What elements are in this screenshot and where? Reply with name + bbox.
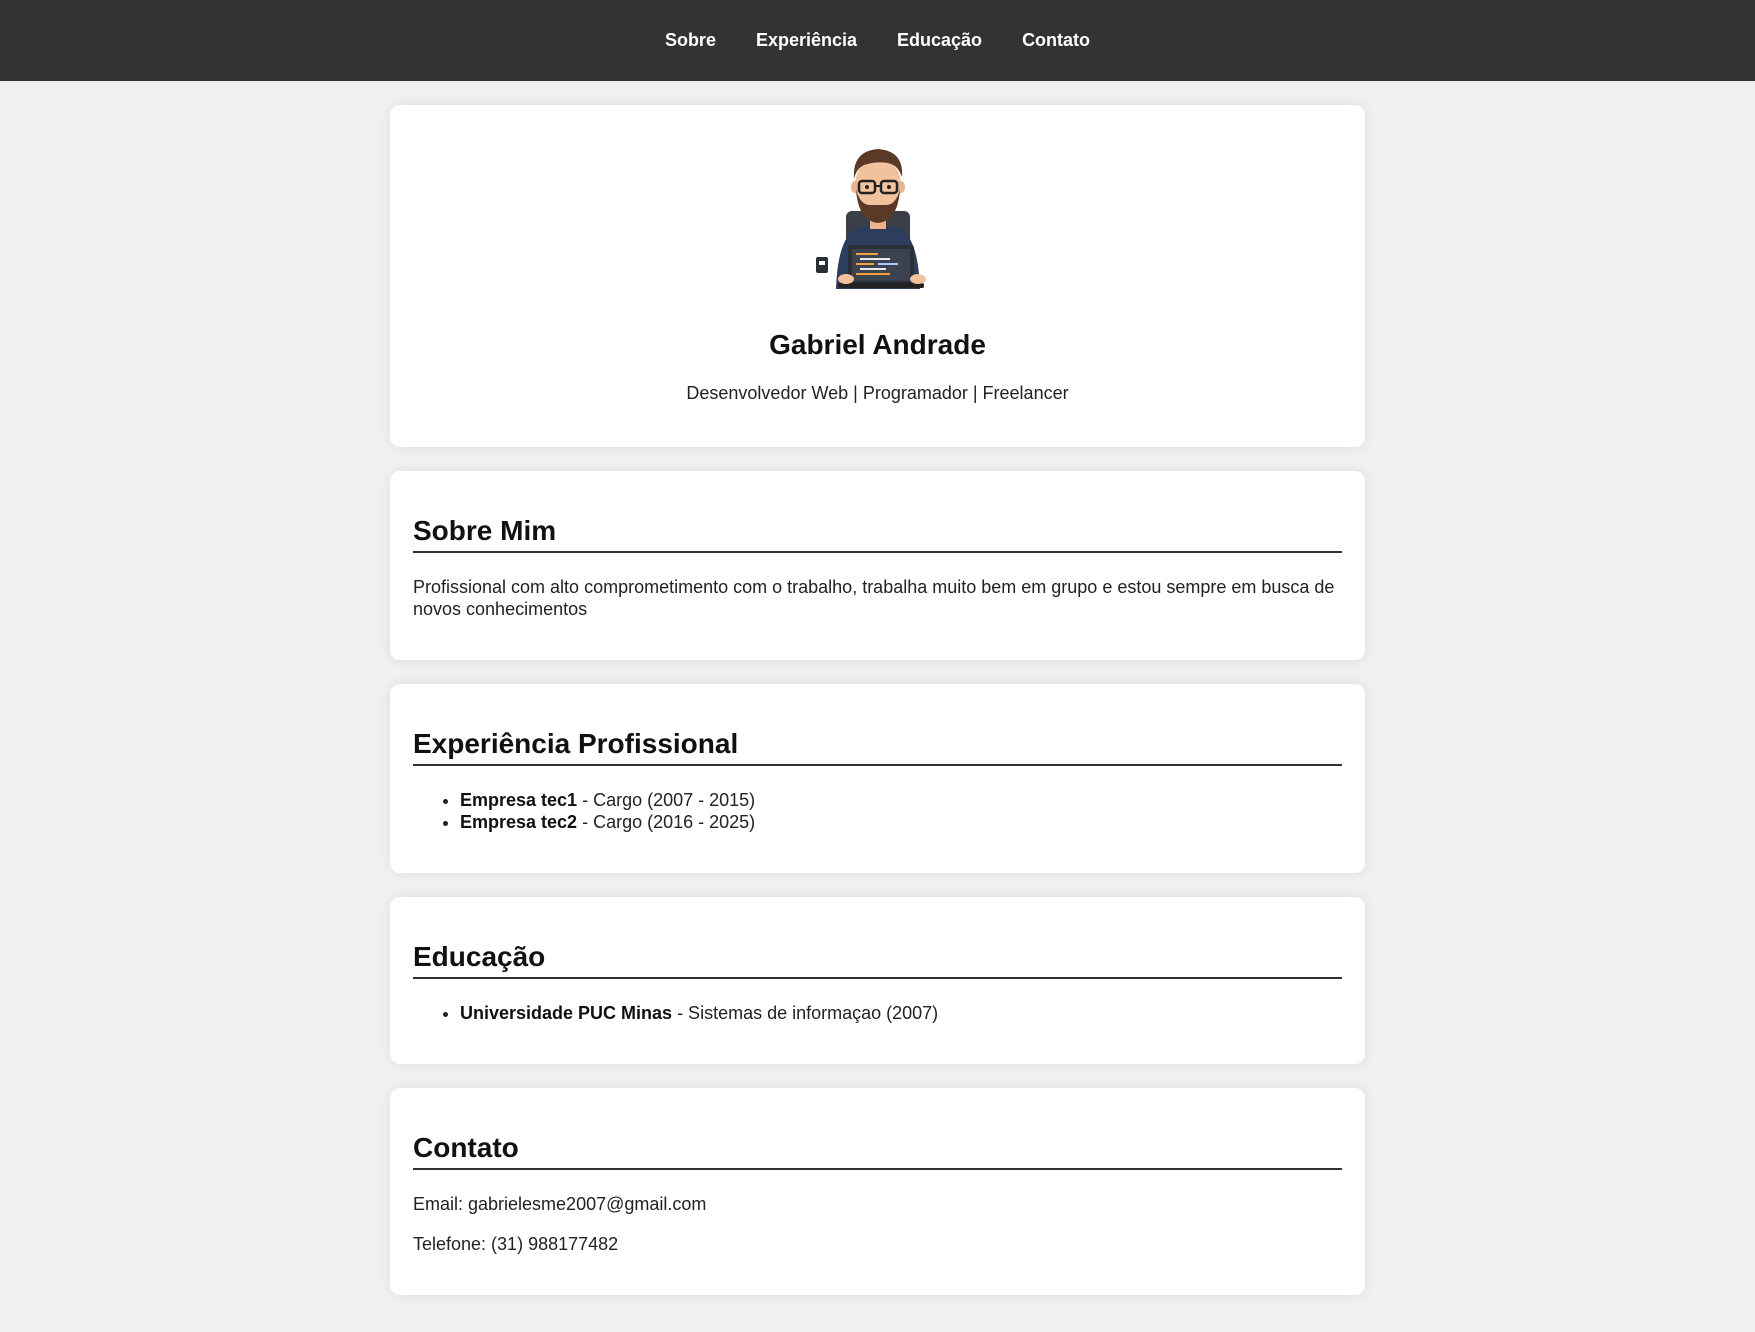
profile-header-card: Gabriel Andrade Desenvolvedor Web | Prog… bbox=[390, 105, 1365, 447]
experience-detail: - Cargo (2007 - 2015) bbox=[577, 790, 756, 810]
list-item: Empresa tec1 - Cargo (2007 - 2015) bbox=[460, 789, 1342, 811]
education-list: Universidade PUC Minas - Sistemas de inf… bbox=[413, 1002, 1342, 1024]
experience-list: Empresa tec1 - Cargo (2007 - 2015) Empre… bbox=[413, 789, 1342, 833]
nav-link-experiencia[interactable]: Experiência bbox=[756, 30, 857, 51]
about-section: Sobre Mim Profissional com alto comprome… bbox=[390, 471, 1365, 660]
education-title: Educação bbox=[413, 941, 1342, 979]
contact-title: Contato bbox=[413, 1132, 1342, 1170]
main-content: Gabriel Andrade Desenvolvedor Web | Prog… bbox=[390, 81, 1365, 1295]
developer-avatar-illustration bbox=[815, 149, 926, 289]
education-institution: Universidade PUC Minas bbox=[460, 1003, 673, 1023]
experience-company: Empresa tec1 bbox=[460, 790, 578, 810]
education-detail: - Sistemas de informaçao (2007) bbox=[672, 1003, 939, 1023]
experience-title: Experiência Profissional bbox=[413, 728, 1342, 766]
experience-section: Experiência Profissional Empresa tec1 - … bbox=[390, 684, 1365, 873]
experience-company: Empresa tec2 bbox=[460, 812, 578, 832]
experience-detail: - Cargo (2016 - 2025) bbox=[577, 812, 756, 832]
about-title: Sobre Mim bbox=[413, 515, 1342, 553]
list-item: Universidade PUC Minas - Sistemas de inf… bbox=[460, 1002, 1342, 1024]
education-section: Educação Universidade PUC Minas - Sistem… bbox=[390, 897, 1365, 1064]
contact-phone: Telefone: (31) 988177482 bbox=[413, 1234, 619, 1254]
nav-link-educacao[interactable]: Educação bbox=[897, 30, 982, 51]
contact-email: Email: gabrielesme2007@gmail.com bbox=[413, 1194, 707, 1214]
contact-section: Contato Email: gabrielesme2007@gmail.com… bbox=[390, 1088, 1365, 1295]
list-item: Empresa tec2 - Cargo (2016 - 2025) bbox=[460, 811, 1342, 833]
nav-link-sobre[interactable]: Sobre bbox=[665, 30, 716, 51]
profile-name: Gabriel Andrade bbox=[769, 329, 986, 360]
profile-subtitle: Desenvolvedor Web | Programador | Freela… bbox=[686, 383, 1069, 403]
nav-link-contato[interactable]: Contato bbox=[1022, 30, 1090, 51]
about-text: Profissional com alto comprometimento co… bbox=[413, 577, 1335, 619]
top-navigation: Sobre Experiência Educação Contato bbox=[0, 0, 1755, 81]
